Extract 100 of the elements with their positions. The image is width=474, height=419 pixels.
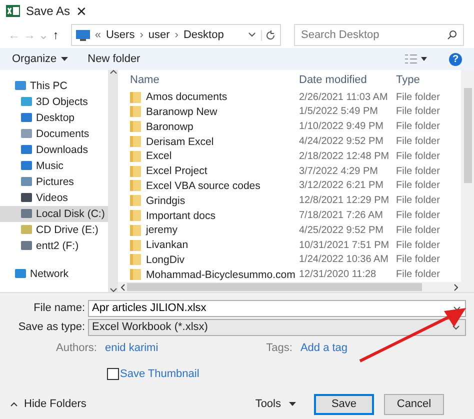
table-cell-text: File folder xyxy=(395,121,441,132)
table-cell-text: File folder xyxy=(395,224,441,236)
column-header[interactable]: Name xyxy=(118,74,296,86)
folder-icon xyxy=(130,150,141,162)
scroll-right-icon[interactable] xyxy=(454,284,458,291)
save-button[interactable]: Save xyxy=(314,394,374,414)
column-header[interactable]: Type xyxy=(394,74,454,86)
sidebar-item[interactable]: CD Drive (E:) xyxy=(0,222,108,238)
search-field[interactable]: Search Desktop xyxy=(294,24,464,46)
table-cell-text: File folder xyxy=(395,150,441,162)
file-type-dropdown[interactable]: Excel Workbook (*.xlsx) xyxy=(88,318,466,336)
tags-label: Tags: xyxy=(266,342,292,354)
field-label: File name: xyxy=(32,302,86,314)
folder-icon xyxy=(130,195,141,206)
file-name[interactable]: Excel VBA source codes xyxy=(118,180,296,192)
sidebar-item[interactable]: 3D Objects xyxy=(0,94,108,110)
checkbox-label[interactable]: Save Thumbnail xyxy=(120,368,200,380)
file-name[interactable]: Derisam Excel xyxy=(118,136,296,148)
folder-icon xyxy=(130,254,141,266)
up-button[interactable]: ↑ xyxy=(50,28,62,42)
table-cell-text: 1/24/2022 10:36 AM xyxy=(298,254,390,266)
folder-icon xyxy=(130,121,141,132)
folder-icon xyxy=(130,210,141,221)
path-segment[interactable]: user xyxy=(148,29,170,41)
refresh-icon[interactable] xyxy=(260,30,276,40)
file-name[interactable]: Amos documents xyxy=(118,91,296,104)
table-cell-text: File folder xyxy=(395,166,441,177)
sidebar-item[interactable]: Documents xyxy=(0,126,108,142)
table-cell-text: 7/18/2021 7:26 AM xyxy=(298,210,384,221)
file-name[interactable]: Excel xyxy=(118,150,296,162)
file-name[interactable]: Livankan xyxy=(118,239,296,252)
tools-button[interactable]: Tools xyxy=(255,398,296,410)
excel-icon xyxy=(6,4,20,18)
chevron-up-icon xyxy=(10,402,18,406)
file-name[interactable]: LongDiv xyxy=(118,254,296,266)
file-name[interactable]: Mohammad-Bicyclesummo.com xyxy=(118,268,296,281)
sidebar-item[interactable]: Network xyxy=(0,266,108,282)
table-cell-text: 3/7/2022 4:29 PM xyxy=(298,166,379,177)
scroll-down-icon[interactable] xyxy=(110,288,116,292)
file-name[interactable]: Grindgis xyxy=(118,194,296,207)
chevron-down-icon xyxy=(452,324,460,330)
sidebar-item[interactable]: This PC xyxy=(0,78,108,94)
table-cell-text: 1/5/2022 5:49 PM xyxy=(298,106,379,118)
folder-icon xyxy=(130,180,141,192)
hide-folders-button[interactable]: Hide Folders xyxy=(10,398,86,410)
sidebar-item[interactable]: Videos xyxy=(0,190,108,206)
file-name[interactable]: Baranowp New xyxy=(118,106,296,118)
table-cell-text: File folder xyxy=(395,269,441,280)
table-cell-text: 4/24/2022 9:52 PM xyxy=(298,136,385,148)
field-label: Save as type: xyxy=(17,321,86,333)
address-bar[interactable]: « Users › user › Desktop xyxy=(70,24,281,46)
authors-link[interactable]: enid karimi xyxy=(104,342,158,354)
table-cell-text: File folder xyxy=(395,136,441,148)
file-name[interactable]: jeremy xyxy=(118,224,296,236)
table-cell-text: File folder xyxy=(395,106,441,118)
scroll-left-icon[interactable] xyxy=(121,284,125,291)
table-cell-text: File folder xyxy=(395,195,441,206)
scrollbar-thumb[interactable] xyxy=(127,283,422,292)
caret-icon xyxy=(289,402,296,406)
help-button[interactable]: ? xyxy=(449,52,462,66)
table-cell-text: File folder xyxy=(395,254,441,266)
scroll-up-icon[interactable] xyxy=(110,70,116,74)
file-name[interactable]: Excel Project xyxy=(118,165,296,178)
chevron-down-icon[interactable] xyxy=(248,32,256,38)
view-options-icon[interactable] xyxy=(405,54,429,64)
scrollbar-thumb[interactable] xyxy=(464,88,472,183)
table-cell-text: 12/8/2021 12:29 PM xyxy=(298,195,390,206)
table-cell-text: 12/31/2020 11:28 xyxy=(298,269,378,280)
new-folder-button[interactable]: New folder xyxy=(88,53,140,65)
table-cell-text: 4/25/2022 9:52 PM xyxy=(298,224,385,236)
folder-icon xyxy=(130,166,141,177)
table-cell-text: 10/31/2021 7:51 PM xyxy=(298,240,390,251)
authors-label: Authors: xyxy=(56,342,97,354)
folder-icon xyxy=(130,106,141,118)
folder-icon xyxy=(130,269,141,280)
file-name[interactable]: Baronowp xyxy=(118,120,296,133)
checkbox[interactable] xyxy=(107,368,119,380)
sidebar-item[interactable]: Desktop xyxy=(0,110,108,126)
sidebar-item[interactable]: Pictures xyxy=(0,174,108,190)
sidebar-item[interactable]: Music xyxy=(0,158,108,174)
organize-button[interactable]: Organize xyxy=(12,53,68,65)
sidebar-item[interactable]: entt2 (F:) xyxy=(0,238,108,254)
path-segment[interactable]: Users xyxy=(106,29,135,41)
close-button[interactable]: ✕ xyxy=(76,4,88,18)
path-segment[interactable]: Desktop xyxy=(183,29,224,41)
search-icon xyxy=(446,30,457,40)
file-name[interactable]: Important docs xyxy=(118,210,296,222)
sidebar-item[interactable]: Local Disk (C:) xyxy=(0,206,108,222)
caret-icon xyxy=(60,57,68,61)
path-separator: › xyxy=(174,29,178,41)
table-cell-text: 2/26/2021 11:03 AM xyxy=(298,92,389,103)
table-cell-text: File folder xyxy=(395,210,441,221)
table-cell-text: File folder xyxy=(395,240,441,251)
cancel-button[interactable]: Cancel xyxy=(384,394,444,414)
table-cell-text: 1/10/2022 9:49 PM xyxy=(298,121,385,132)
file-name-field[interactable]: Apr articles JILION.xlsx xyxy=(88,300,466,316)
tags-link[interactable]: Add a tag xyxy=(300,342,348,354)
column-header[interactable]: Date modified xyxy=(296,74,394,86)
sidebar-item[interactable]: Downloads xyxy=(0,142,108,158)
path-separator: › xyxy=(140,29,144,41)
